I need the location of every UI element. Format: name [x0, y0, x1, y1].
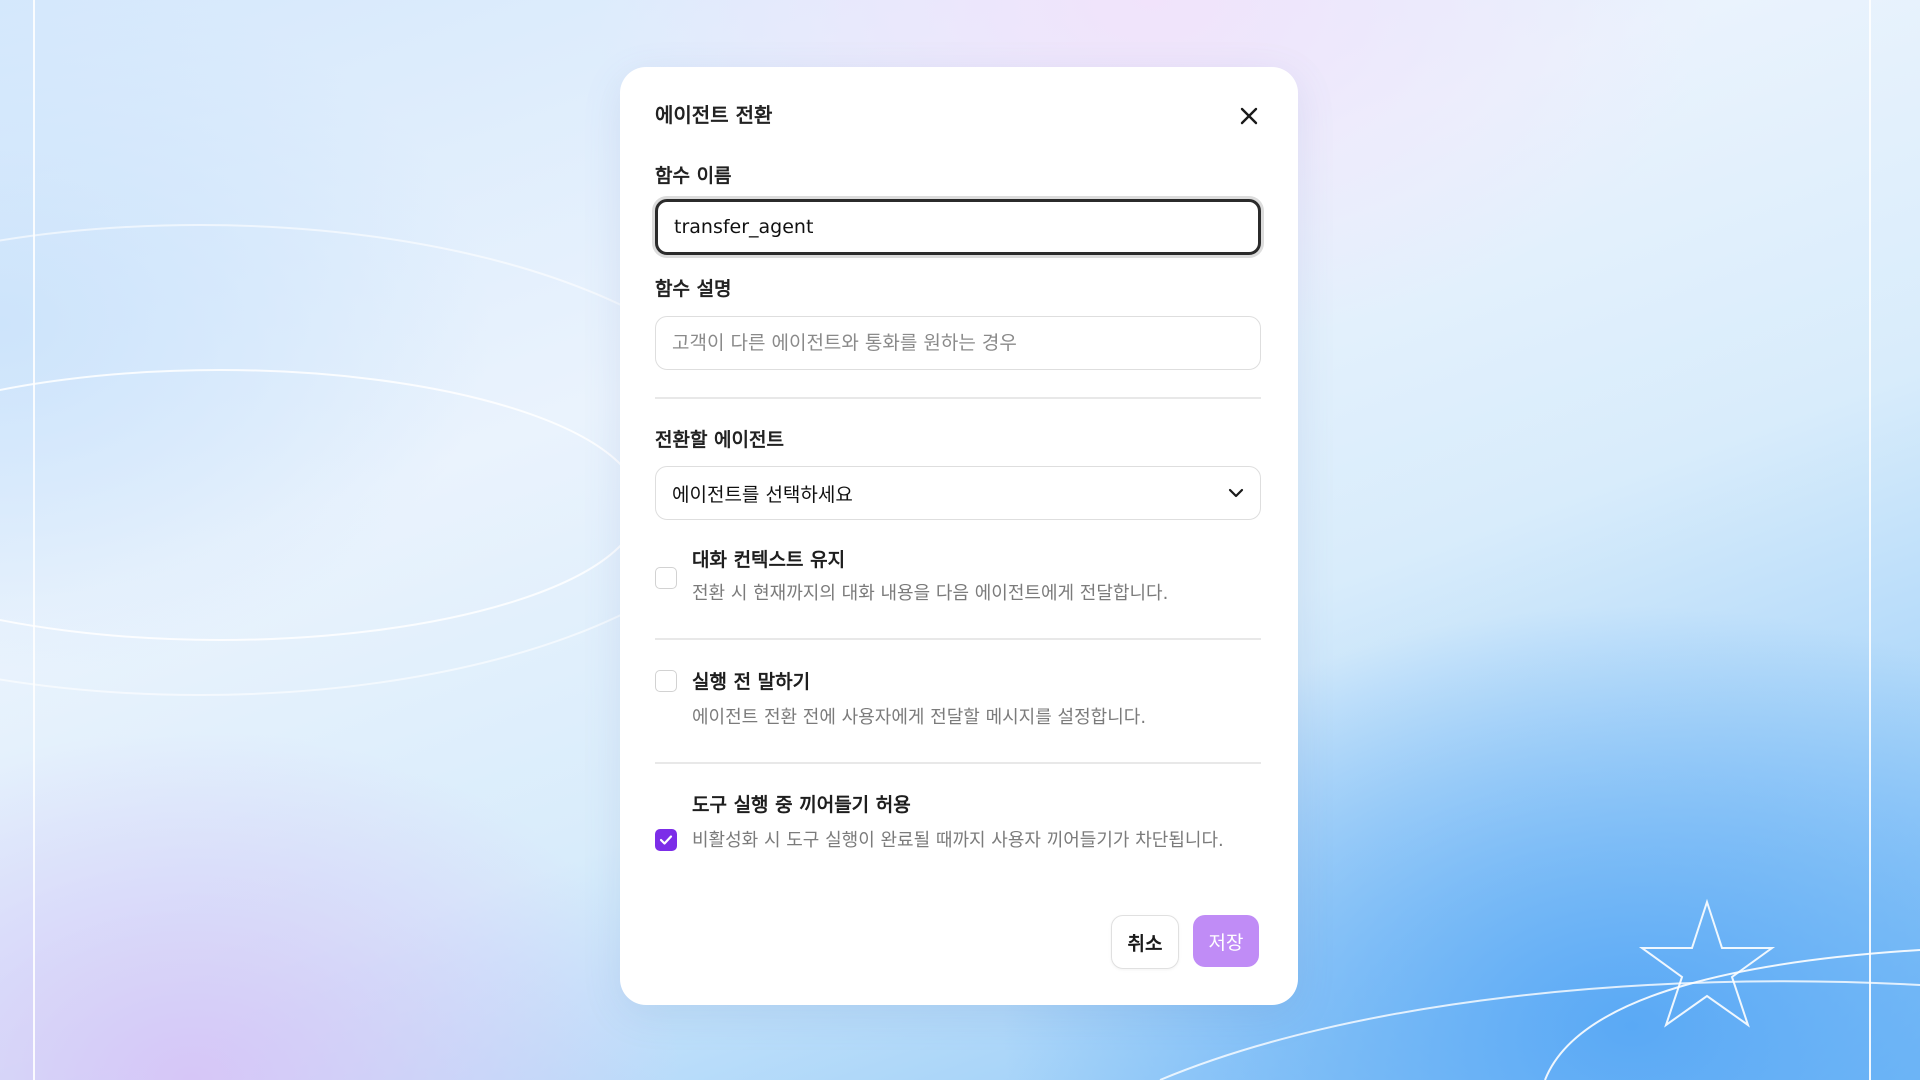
section-divider	[655, 397, 1261, 399]
close-icon	[1240, 107, 1258, 125]
function-description-input[interactable]	[655, 316, 1261, 370]
star-decoration-icon	[1638, 898, 1776, 1028]
chevron-down-icon	[1228, 488, 1244, 498]
option-divider	[655, 638, 1261, 640]
speak-before-description: 에이전트 전환 전에 사용자에게 전달할 메시지를 설정합니다.	[692, 707, 1147, 728]
speak-before-checkbox[interactable]	[655, 670, 677, 692]
target-agent-select-value: 에이전트를 선택하세요	[672, 483, 853, 506]
allow-interrupt-description: 비활성화 시 도구 실행이 완료될 때까지 사용자 끼어들기가 차단됩니다.	[692, 830, 1224, 851]
target-agent-label: 전환할 에이전트	[655, 429, 784, 451]
function-description-label: 함수 설명	[655, 278, 732, 300]
dialog-title: 에이전트 전환	[655, 103, 773, 127]
option-divider	[655, 762, 1261, 764]
function-name-label: 함수 이름	[655, 165, 732, 187]
transfer-agent-dialog: 에이전트 전환 함수 이름 함수 설명 전환할 에이전트 에이전트를 선택하세요…	[620, 67, 1298, 1005]
checkmark-icon	[659, 835, 673, 845]
target-agent-select[interactable]: 에이전트를 선택하세요	[655, 466, 1261, 520]
speak-before-title: 실행 전 말하기	[692, 671, 811, 693]
cancel-button[interactable]: 취소	[1111, 915, 1179, 969]
allow-interrupt-title: 도구 실행 중 끼어들기 허용	[692, 794, 911, 816]
save-button[interactable]: 저장	[1193, 915, 1259, 967]
keep-context-title: 대화 컨텍스트 유지	[692, 549, 846, 571]
allow-interrupt-checkbox[interactable]	[655, 829, 677, 851]
close-button[interactable]	[1236, 103, 1262, 129]
keep-context-description: 전환 시 현재까지의 대화 내용을 다음 에이전트에게 전달합니다.	[692, 583, 1169, 604]
function-name-input[interactable]	[655, 199, 1261, 255]
keep-context-checkbox[interactable]	[655, 567, 677, 589]
